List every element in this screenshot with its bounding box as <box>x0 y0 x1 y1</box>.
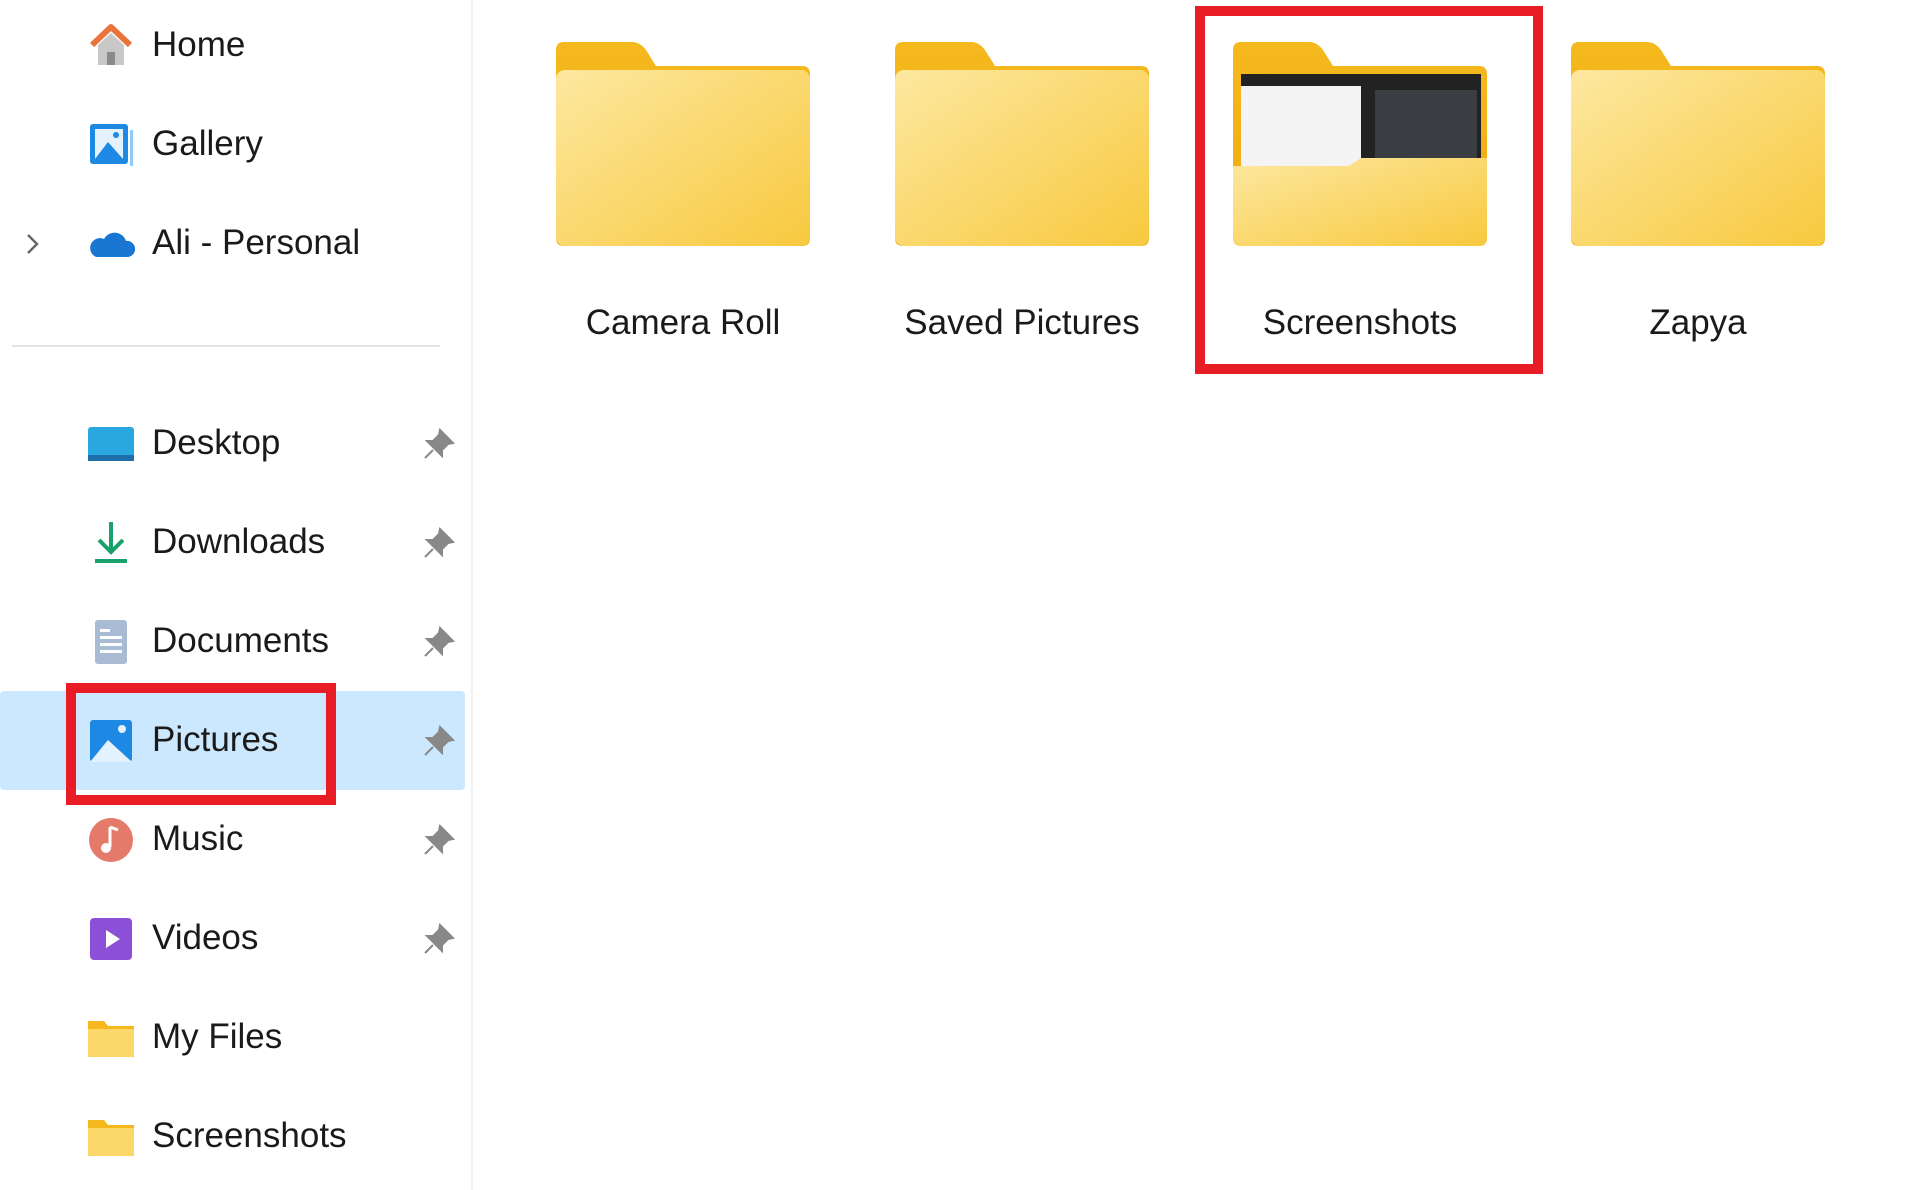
sidebar-item-ali-personal[interactable]: Ali - Personal <box>0 194 465 293</box>
desktop-icon <box>88 426 134 461</box>
sidebar-item-label: Music <box>152 818 244 858</box>
sidebar-item-my-files[interactable]: My Files <box>0 988 465 1087</box>
sidebar-item-label: My Files <box>152 1016 283 1056</box>
sidebar-item-label: Gallery <box>152 123 263 163</box>
sidebar-item-music[interactable]: Music <box>0 790 465 889</box>
onedrive-cloud-icon <box>90 232 136 257</box>
documents-icon <box>95 619 127 664</box>
folder-name: Saved Pictures <box>904 303 1140 342</box>
chevron-right-icon[interactable] <box>20 229 44 259</box>
videos-icon <box>90 917 132 960</box>
sidebar-item-label: Pictures <box>152 719 279 759</box>
gallery-icon <box>90 123 133 166</box>
folder-zapya[interactable]: Zapya <box>1567 38 1829 358</box>
folder-with-preview-icon <box>1233 42 1487 246</box>
pin-icon[interactable] <box>422 625 456 659</box>
folder-icon <box>88 1020 134 1057</box>
sidebar-item-documents[interactable]: Documents <box>0 592 465 691</box>
sidebar-item-pictures[interactable]: Pictures <box>0 691 465 790</box>
sidebar-item-label: Videos <box>152 917 259 957</box>
navigation-pane: Home Gallery Ali - Personal Desktop Down… <box>0 0 473 1190</box>
folder-name: Zapya <box>1649 303 1747 342</box>
sidebar-item-label: Documents <box>152 620 330 660</box>
sidebar-item-label: Home <box>152 24 246 64</box>
folder-icon <box>895 42 1149 246</box>
folder-icon <box>88 1119 134 1156</box>
sidebar-item-desktop[interactable]: Desktop <box>0 394 465 493</box>
sidebar-item-label: Downloads <box>152 521 326 561</box>
folder-name: Screenshots <box>1262 303 1458 342</box>
sidebar-item-downloads[interactable]: Downloads <box>0 493 465 592</box>
folder-camera-roll[interactable]: Camera Roll <box>552 38 814 358</box>
downloads-icon <box>95 521 127 563</box>
home-icon <box>89 23 133 65</box>
pin-icon[interactable] <box>422 724 456 758</box>
sidebar-item-label: Desktop <box>152 422 281 462</box>
sidebar-item-videos[interactable]: Videos <box>0 889 465 988</box>
sidebar-item-home[interactable]: Home <box>0 0 465 95</box>
folder-saved-pictures[interactable]: Saved Pictures <box>891 38 1153 358</box>
music-icon <box>89 817 133 862</box>
pin-icon[interactable] <box>422 526 456 560</box>
sidebar-item-label: Ali - Personal <box>152 222 361 262</box>
folder-name: Camera Roll <box>585 303 781 342</box>
sidebar-item-screenshots[interactable]: Screenshots <box>0 1087 465 1186</box>
pictures-icon <box>90 719 132 762</box>
divider <box>12 345 440 347</box>
folder-screenshots[interactable]: Screenshots <box>1229 38 1491 358</box>
pin-icon[interactable] <box>422 922 456 956</box>
folder-icon <box>1571 42 1825 246</box>
sidebar-item-label: Screenshots <box>152 1115 347 1155</box>
pin-icon[interactable] <box>422 427 456 461</box>
sidebar-item-gallery[interactable]: Gallery <box>0 95 465 194</box>
pin-icon[interactable] <box>422 823 456 857</box>
folder-icon <box>556 42 810 246</box>
